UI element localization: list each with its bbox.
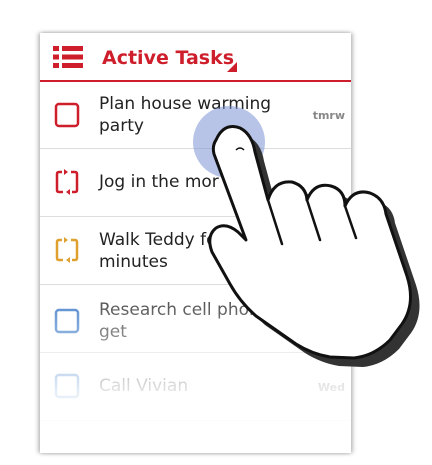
task-title: Walk Teddy for minutes [99, 230, 224, 272]
task-title: Plan house warming party [99, 94, 272, 136]
task-row[interactable]: Jog in the mor [40, 149, 351, 217]
task-due-date: Wed [317, 381, 345, 394]
task-row[interactable]: Research cell phon get [40, 285, 351, 353]
task-title: Jog in the mor [99, 172, 219, 192]
task-row[interactable]: Walk Teddy for minutes [40, 217, 351, 285]
app-screen: Active Tasks Plan house warming party tm… [40, 33, 351, 453]
task-row[interactable]: Call Vivian Wed [40, 353, 351, 421]
task-due-date: tmrw [312, 109, 345, 122]
checkbox-icon[interactable] [54, 102, 80, 128]
dropdown-corner-icon[interactable] [227, 62, 237, 72]
task-title: Call Vivian [99, 376, 189, 396]
repeat-task-icon[interactable] [54, 237, 80, 263]
repeat-task-icon[interactable] [54, 169, 80, 195]
menu-list-icon[interactable] [53, 46, 83, 68]
task-title: Research cell phon get [99, 300, 260, 342]
checkbox-icon[interactable] [54, 373, 80, 399]
action-bar: Active Tasks [40, 33, 351, 82]
checkbox-icon[interactable] [54, 308, 80, 334]
task-row[interactable]: Plan house warming party tmrw [40, 82, 351, 149]
page-title[interactable]: Active Tasks [102, 47, 234, 69]
